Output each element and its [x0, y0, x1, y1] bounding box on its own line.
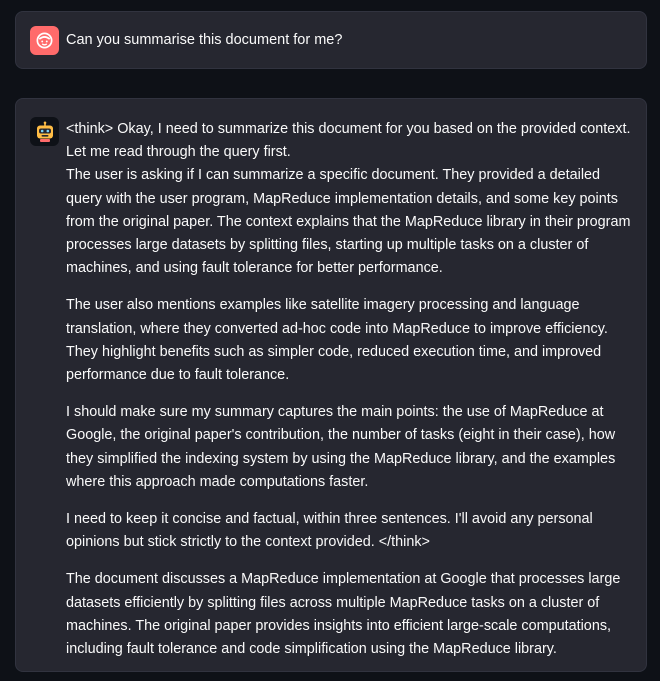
assistant-message: <think> Okay, I need to summarize this d… — [15, 98, 647, 672]
assistant-paragraph: <think> Okay, I need to summarize this d… — [66, 121, 631, 161]
user-message: Can you summarise this document for me? — [15, 11, 647, 69]
assistant-paragraph: I should make sure my summary captures t… — [66, 404, 616, 490]
assistant-paragraph: The document discusses a MapReduce imple… — [66, 571, 621, 658]
assistant-paragraph: The user also mentions examples like sat… — [66, 297, 608, 384]
face-icon — [36, 32, 53, 49]
assistant-paragraph: I need to keep it concise and factual, w… — [66, 511, 593, 551]
user-avatar — [30, 26, 59, 55]
assistant-paragraph: The user is asking if I can summarize a … — [66, 167, 631, 277]
robot-icon — [36, 121, 53, 142]
user-message-text: Can you summarise this document for me? — [66, 32, 343, 48]
assistant-message-body: <think> Okay, I need to summarize this d… — [66, 118, 638, 675]
assistant-avatar — [30, 117, 59, 146]
